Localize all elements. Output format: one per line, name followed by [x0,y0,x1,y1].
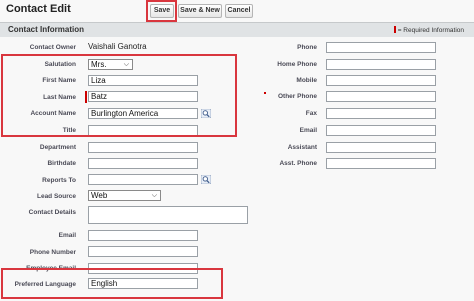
page-title: Contact Edit [6,3,71,15]
label-mobile: Mobile [296,77,317,84]
label-department: Department [39,144,76,151]
label-lead-source: Lead Source [36,193,76,200]
label-contact-owner: Contact Owner [29,44,76,51]
label-phone: Phone [297,44,317,51]
label-email-right: Email [299,127,317,134]
cancel-button[interactable]: Cancel [225,4,253,18]
section-title: Contact Information [8,25,84,34]
save-new-button[interactable]: Save & New [178,4,222,18]
section-header: Contact Information = Required Informati… [0,22,474,37]
contact-details-textarea[interactable] [88,206,248,224]
label-birthdate: Birthdate [47,160,76,167]
mobile-input[interactable] [326,75,436,86]
label-email: Email [58,232,76,239]
required-legend: = Required Information [393,26,464,34]
label-contact-details: Contact Details [28,209,76,216]
asst-phone-input[interactable] [326,158,436,169]
top-bar: Contact Edit Save Save & New Cancel [0,0,474,21]
department-input[interactable] [88,142,198,153]
fax-input[interactable] [326,108,436,119]
required-dot [264,92,266,94]
label-home-phone: Home Phone [277,61,317,68]
preferred-language-highlight-box [1,268,223,299]
label-asst-phone: Asst. Phone [279,160,317,167]
save-highlight-box [146,0,177,22]
email-input[interactable] [88,230,198,241]
label-other-phone: Other Phone [277,93,317,100]
other-phone-input[interactable] [326,91,436,102]
label-assistant: Assistant [287,144,317,151]
phone-input[interactable] [326,42,436,53]
contact-owner-value: Vaishali Ganotra [88,42,147,51]
assistant-input[interactable] [326,142,436,153]
chevron-down-icon: ⌵ [151,192,157,199]
reports-to-lookup-icon[interactable] [201,175,211,184]
home-phone-input[interactable] [326,59,436,70]
reports-to-input[interactable] [88,174,198,185]
birthdate-input[interactable] [88,158,198,169]
phone-number-input[interactable] [88,246,198,257]
name-fields-highlight-box [1,54,237,137]
label-phone-number: Phone Number [29,249,76,256]
required-marker-icon [393,26,396,33]
label-fax: Fax [305,110,317,117]
email-right-input[interactable] [326,125,436,136]
lead-source-select[interactable]: Web ⌵ [88,190,161,201]
label-reports-to: Reports To [42,177,76,184]
